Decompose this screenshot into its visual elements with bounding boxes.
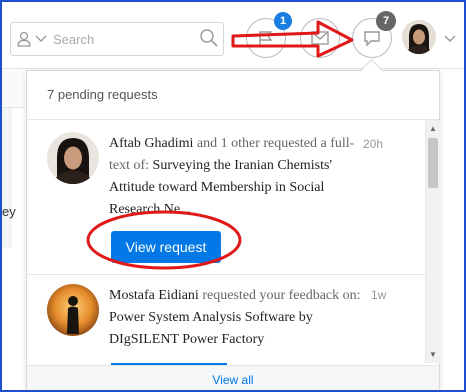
request-text: Mostafa Eidiani requested your feedback … <box>109 285 375 351</box>
search-input[interactable]: Search <box>53 32 94 47</box>
profile-photo-icon <box>402 20 436 54</box>
request-action: requested your feedback on: <box>198 288 361 303</box>
request-item[interactable]: Mostafa Eidiani requested your feedback … <box>27 276 425 366</box>
flag-icon <box>259 31 273 45</box>
search-icon[interactable] <box>199 28 219 48</box>
request-item[interactable]: Aftab Ghadimi and 1 other requested a fu… <box>27 120 425 275</box>
user-avatar[interactable] <box>402 20 436 54</box>
scroll-down-icon[interactable]: ▼ <box>429 350 437 359</box>
view-all-link[interactable]: View all <box>27 373 439 387</box>
requests-dropdown: 7 pending requests Aftab Ghadimi and 1 o… <box>26 70 440 392</box>
requester-avatar[interactable] <box>47 284 99 336</box>
notifications-badge: 1 <box>274 12 292 30</box>
messages-button[interactable] <box>300 18 340 58</box>
profile-photo-icon <box>47 132 99 184</box>
background-panel <box>2 70 24 108</box>
dropdown-title: 7 pending requests <box>47 87 158 102</box>
requester-name[interactable]: Mostafa Eidiani <box>109 288 199 303</box>
request-text: Aftab Ghadimi and 1 other requested a fu… <box>109 133 375 221</box>
requester-name[interactable]: Aftab Ghadimi <box>109 136 193 151</box>
scroll-up-icon[interactable]: ▲ <box>429 124 437 133</box>
dropdown-footer: View all <box>27 365 439 392</box>
dropdown-scrollbar[interactable]: ▲ ▼ <box>425 120 440 363</box>
scroll-thumb[interactable] <box>428 138 438 188</box>
background-text: ey <box>2 204 16 219</box>
chat-bubble-icon <box>364 31 380 47</box>
search-box[interactable]: Search <box>10 22 224 56</box>
profile-photo-icon <box>47 284 99 336</box>
requester-avatar[interactable] <box>47 132 99 184</box>
paper-title[interactable]: Power System Analysis Software by DIgSIL… <box>109 310 313 347</box>
requests-badge: 7 <box>376 11 396 31</box>
envelope-icon <box>311 31 329 45</box>
request-time: 20h <box>363 137 384 151</box>
background-panel-accent <box>2 108 12 248</box>
top-navigation-bar: Search 1 7 <box>0 0 466 69</box>
view-request-button[interactable]: View request <box>111 231 221 263</box>
person-icon[interactable] <box>17 31 31 47</box>
dropdown-header: 7 pending requests <box>27 71 439 120</box>
chevron-down-icon[interactable] <box>35 35 47 43</box>
account-chevron-down-icon[interactable] <box>444 35 456 43</box>
request-time: 1w <box>371 288 387 302</box>
